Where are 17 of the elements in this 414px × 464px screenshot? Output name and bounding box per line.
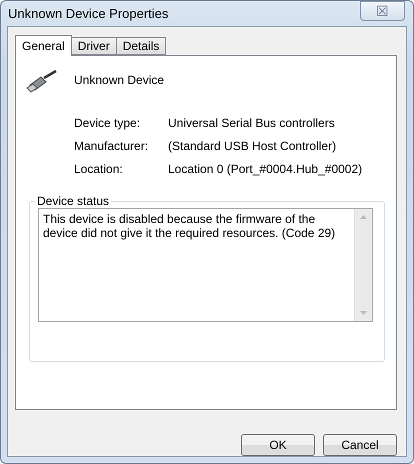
property-value: Location 0 (Port_#0004.Hub_#0002) (168, 162, 364, 176)
dialog-button[interactable]: OK (241, 434, 315, 456)
tab[interactable]: General (15, 35, 72, 56)
scrollbar[interactable] (354, 209, 372, 321)
property-value: Universal Serial Bus controllers (168, 116, 336, 130)
property-label: Device type: (74, 116, 142, 130)
property-label: Manufacturer: (74, 139, 150, 153)
group-title: Device status (36, 194, 110, 208)
tab[interactable]: Details (116, 37, 166, 55)
tab[interactable]: Driver (70, 37, 117, 55)
device-name: Unknown Device (74, 73, 164, 87)
dialog-button[interactable]: Cancel (323, 434, 397, 456)
close-button[interactable]: ☒ (360, 0, 405, 20)
property-label: Location: (74, 162, 124, 176)
status-text-field[interactable]: This device is disabled because the firmware of the device did not give it the required resources. (Code 29) (38, 208, 373, 322)
property-value: (Standard USB Host Controller) (168, 139, 338, 153)
window-title: Unknown Device Properties (8, 6, 168, 21)
